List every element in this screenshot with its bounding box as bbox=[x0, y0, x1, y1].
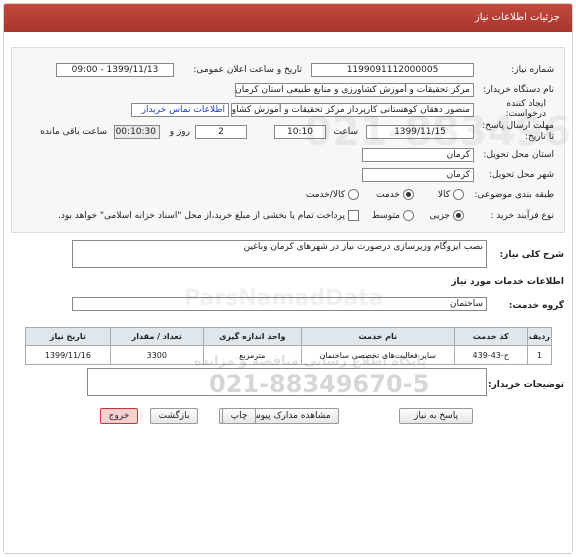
purchase-type-label: نوع فرآیند خرید : bbox=[490, 211, 554, 221]
purchase-minor-radio[interactable] bbox=[453, 210, 464, 221]
col-header-quantity: تعداد / مقدار bbox=[109, 327, 204, 346]
cell-code: ج-43-439 bbox=[453, 345, 528, 365]
cell-name: سایر فعالیت‌های تخصصی ساختمان bbox=[300, 345, 455, 365]
remaining-time-label: ساعت باقی مانده bbox=[40, 127, 107, 137]
announce-date-field: 1399/11/13 - 09:00 bbox=[56, 63, 174, 77]
category-option-service[interactable]: خدمت bbox=[376, 189, 414, 200]
table-header-row: ردیف کد خدمت نام خدمت واحد اندازه گیری ت… bbox=[25, 327, 553, 346]
deadline-time-label: ساعت bbox=[333, 127, 359, 137]
remaining-time-field: 00:10:30 bbox=[114, 125, 160, 139]
back-button[interactable]: بازگشت bbox=[150, 408, 198, 424]
buyer-notes-label: توضیحات خریدار: bbox=[488, 380, 564, 390]
purchase-option-medium[interactable]: متوسط bbox=[372, 210, 414, 221]
col-header-unit: واحد اندازه گیری bbox=[202, 327, 302, 346]
announce-label: تاریخ و ساعت اعلان عمومی: bbox=[193, 65, 302, 75]
deadline-time-field: 10:10 bbox=[274, 125, 326, 139]
need-number-label: شماره نیاز: bbox=[511, 65, 554, 75]
services-section-title: اطلاعات خدمات مورد نیاز bbox=[451, 277, 564, 287]
buyer-label: نام دستگاه خریدار: bbox=[483, 85, 554, 95]
days-remaining-field: 2 bbox=[195, 125, 247, 139]
col-header-row-no: ردیف bbox=[526, 327, 553, 346]
table-row: 1 ج-43-439 سایر فعالیت‌های تخصصی ساختمان… bbox=[25, 345, 553, 365]
deadline-date-field: 1399/11/15 bbox=[366, 125, 474, 139]
purchase-option-minor[interactable]: جزیی bbox=[429, 210, 464, 221]
print-button[interactable]: چاپ bbox=[222, 408, 256, 424]
summary-field: نصب ایزوگام وزیرسازی درصورت نیاز در شهره… bbox=[72, 240, 487, 268]
cell-unit: مترمربع bbox=[202, 345, 302, 365]
treasury-checkbox-box[interactable] bbox=[348, 210, 359, 221]
city-label: شهر محل تحویل: bbox=[488, 170, 554, 180]
window-title: جزئیات اطلاعات نیاز bbox=[4, 4, 572, 32]
col-header-code: کد خدمت bbox=[453, 327, 528, 346]
exit-button[interactable]: خروج bbox=[100, 408, 138, 424]
buyer-field: مرکز تحقیقات و آموزش کشاورزی و منابع طبی… bbox=[235, 83, 474, 97]
days-label: روز و bbox=[169, 127, 190, 137]
need-details-window: جزئیات اطلاعات نیاز شماره نیاز: 11990911… bbox=[3, 3, 573, 554]
category-label: طبقه بندی موضوعی: bbox=[474, 190, 554, 200]
province-label: استان محل تحویل: bbox=[483, 150, 554, 160]
services-table: ردیف کد خدمت نام خدمت واحد اندازه گیری ت… bbox=[25, 327, 553, 365]
col-header-date: تاریخ نیاز bbox=[25, 327, 111, 346]
summary-label: شرح کلی نیاز: bbox=[499, 250, 564, 260]
creator-label-line1: ایجاد کننده bbox=[506, 99, 546, 109]
reply-button[interactable]: پاسخ به نیاز bbox=[399, 408, 473, 424]
province-field: کرمان bbox=[362, 148, 474, 162]
service-group-field: ساختمان bbox=[72, 297, 487, 311]
deadline-label-line1: مهلت ارسال پاسخ: bbox=[482, 121, 554, 131]
buyer-contact-box[interactable]: اطلاعات تماس خریدار bbox=[131, 103, 229, 117]
cell-quantity: 3300 bbox=[109, 345, 204, 365]
cell-row-no: 1 bbox=[526, 345, 553, 365]
service-group-label: گروه خدمت: bbox=[508, 301, 564, 311]
category-goods-radio[interactable] bbox=[453, 189, 464, 200]
buyer-contact-link[interactable]: اطلاعات تماس خریدار bbox=[142, 105, 225, 115]
creator-field: منصور دهقان کوهستانی کارپرداز مرکز تحقیق… bbox=[231, 103, 474, 117]
need-info-panel: شماره نیاز: 1199091112000005 تاریخ و ساع… bbox=[11, 47, 565, 233]
buyer-notes-field bbox=[87, 368, 487, 396]
city-field: کرمان bbox=[362, 168, 474, 182]
purchase-medium-radio[interactable] bbox=[403, 210, 414, 221]
creator-label-line2: درخواست: bbox=[505, 109, 546, 119]
category-option-goods-service[interactable]: کالا/خدمت bbox=[306, 189, 359, 200]
category-service-radio[interactable] bbox=[403, 189, 414, 200]
category-option-goods[interactable]: کالا bbox=[438, 189, 464, 200]
need-number-field: 1199091112000005 bbox=[311, 63, 474, 77]
treasury-bonds-checkbox[interactable]: پرداخت تمام یا بخشی از مبلغ خرید،از محل … bbox=[58, 210, 359, 221]
category-goods-service-radio[interactable] bbox=[348, 189, 359, 200]
col-header-name: نام خدمت bbox=[300, 327, 455, 346]
cell-date: 1399/11/16 bbox=[25, 345, 111, 365]
deadline-label-line2: تا تاریخ: bbox=[524, 132, 554, 142]
